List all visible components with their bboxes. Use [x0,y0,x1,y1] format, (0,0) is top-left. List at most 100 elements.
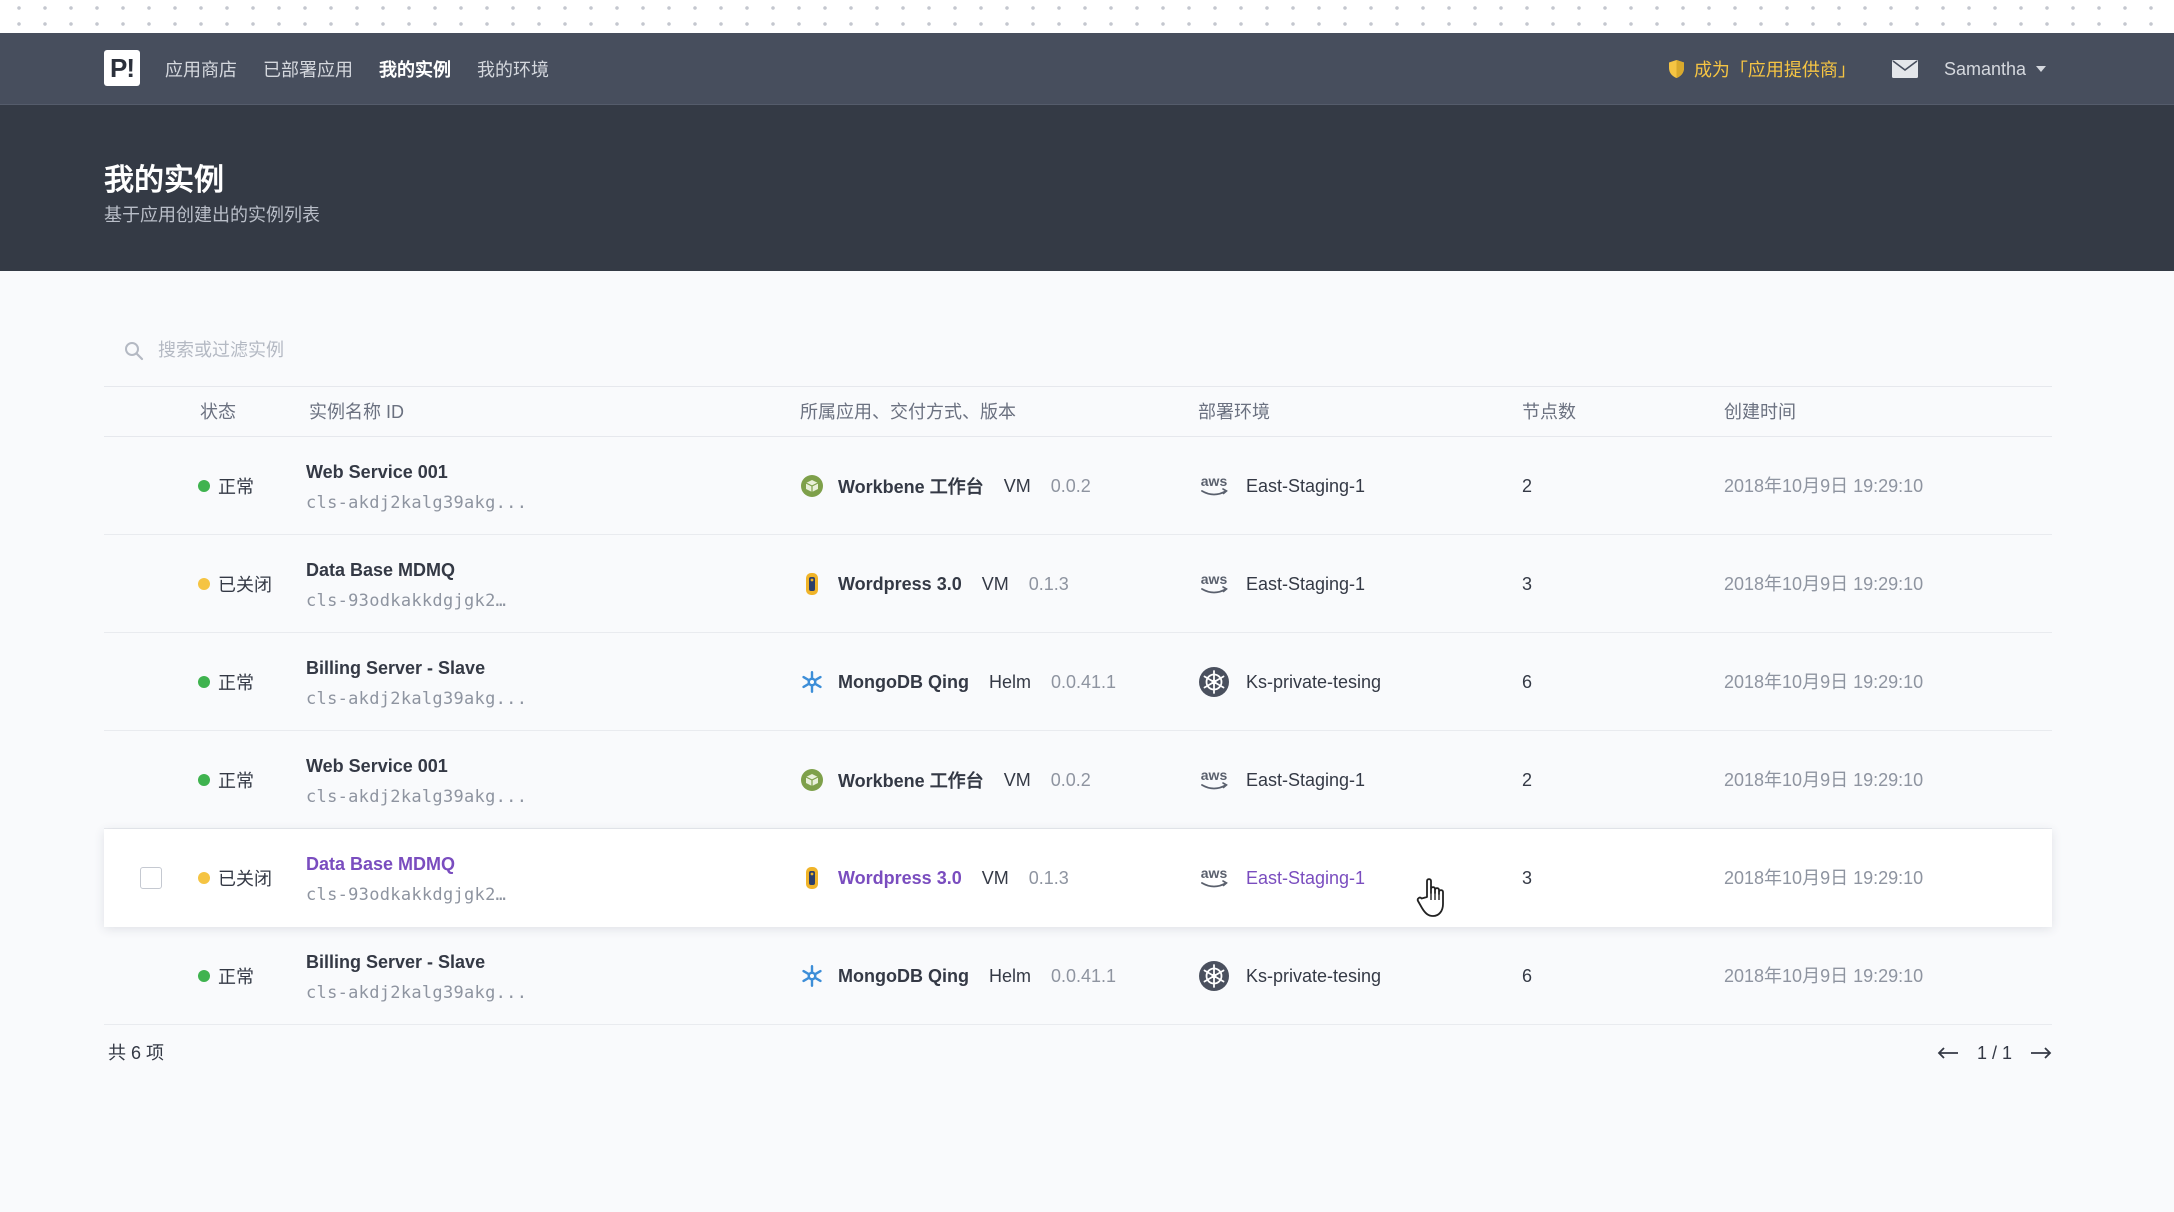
app-version: 0.0.2 [1050,475,1091,496]
page-subtitle: 基于应用创建出的实例列表 [104,205,320,225]
workbench-icon [800,474,824,498]
created-time: 2018年10月9日 19:29:10 [1724,868,1924,888]
instance-name[interactable]: Web Service 001 [306,462,527,483]
user-menu[interactable]: Samantha [1944,59,2046,80]
status-label: 正常 [218,477,254,497]
table-row[interactable]: 正常 Web Service 001 cls-akdj2kalg39akg... Wo… [104,437,2052,535]
table-header: 状态 实例名称 ID 所属应用、交付方式、版本 部署环境 节点数 创建时间 [104,387,2052,437]
app-name[interactable]: Wordpress 3.0 [838,574,962,595]
environment-name[interactable]: Ks-private-tesing [1246,966,1381,987]
delivery-method: Helm [988,965,1031,986]
status-cell: 正常 [198,731,254,829]
page-header: 我的实例 基于应用创建出的实例列表 [0,105,2174,271]
logo[interactable]: P! [104,50,140,86]
nav-my-environments[interactable]: 我的环境 [477,56,549,82]
environment-cell: Ks-private-tesing [1198,633,1381,731]
status-dot-icon [198,872,210,884]
instance-name-cell: Billing Server - Slave cls-akdj2kalg39akg… [306,658,527,709]
app-name[interactable]: Wordpress 3.0 [838,868,962,889]
workbench-icon [800,768,824,792]
status-dot-icon [198,676,210,688]
svg-text:aws: aws [1201,865,1228,881]
app-name[interactable]: Workbene 工作台 [838,767,984,793]
created-time: 2018年10月9日 19:29:10 [1724,574,1924,594]
mongodb-icon [800,964,824,988]
app-cell: Workbene 工作台 VM 0.0.2 [800,731,1091,829]
nav-right: 成为「应用提供商」 Samantha [1668,33,2046,105]
svg-text:aws: aws [1201,767,1228,783]
app-name[interactable]: MongoDB Qing [838,966,969,987]
app-name[interactable]: MongoDB Qing [838,672,969,693]
mongodb-icon [800,670,824,694]
column-created[interactable]: 创建时间 [1724,387,1796,437]
created-time: 2018年10月9日 19:29:10 [1724,672,1924,692]
app-version: 0.0.41.1 [1050,965,1117,986]
column-environment[interactable]: 部署环境 [1198,387,1270,437]
node-count: 2 [1522,770,1533,790]
aws-icon: aws [1198,862,1230,894]
instance-id: cls-akdj2kalg39akg... [306,689,528,709]
status-label: 正常 [218,771,254,791]
app-cell: Workbene 工作台 VM 0.0.2 [800,437,1091,535]
table-row[interactable]: 已关闭 Data Base MDMQ cls-93odkakkdgjgk2… Word… [104,535,2052,633]
instance-id: cls-akdj2kalg39akg... [306,493,528,513]
prev-page-arrow-icon[interactable] [1937,1046,1959,1060]
node-count: 2 [1522,476,1533,496]
table-row[interactable]: 已关闭 Data Base MDMQ cls-93odkakkdgjgk2… Word… [104,829,2052,927]
nav-my-instances[interactable]: 我的实例 [379,56,451,82]
search-input[interactable] [158,340,758,361]
status-cell: 已关闭 [198,535,272,633]
column-name-id[interactable]: 实例名称 ID [309,387,404,437]
delivery-method: VM [1003,475,1031,496]
row-checkbox[interactable] [140,867,162,889]
top-navbar: P! 应用商店 已部署应用 我的实例 我的环境 成为「应用提供商」 Samant… [0,33,2174,105]
wordpress-icon [800,572,824,596]
become-provider-link[interactable]: 成为「应用提供商」 [1668,56,1856,82]
aws-icon: aws [1198,470,1230,502]
kubernetes-icon [1198,960,1230,992]
environment-cell: aws East-Staging-1 [1198,535,1365,633]
table-row[interactable]: 正常 Web Service 001 cls-akdj2kalg39akg... Wo… [104,731,2052,829]
column-nodes[interactable]: 节点数 [1522,387,1576,437]
shield-icon [1668,60,1684,78]
instance-name[interactable]: Billing Server - Slave [306,952,527,973]
nav-app-store[interactable]: 应用商店 [165,56,237,82]
table-footer: 共 6 项 1 / 1 [104,1033,2052,1073]
instance-id: cls-akdj2kalg39akg... [306,787,528,807]
next-page-arrow-icon[interactable] [2030,1046,2052,1060]
environment-name[interactable]: Ks-private-tesing [1246,672,1381,693]
instance-id: cls-93odkakkdgjgk2… [306,885,507,905]
instance-name[interactable]: Data Base MDMQ [306,854,506,875]
instance-name-cell: Billing Server - Slave cls-akdj2kalg39akg… [306,952,527,1003]
environment-name[interactable]: East-Staging-1 [1246,770,1365,791]
instance-name[interactable]: Web Service 001 [306,756,527,777]
column-status[interactable]: 状态 [200,387,236,437]
node-count: 6 [1522,966,1533,986]
status-label: 已关闭 [218,575,272,595]
top-dotted-strip [0,0,2174,33]
nav-deployed-apps[interactable]: 已部署应用 [263,56,353,82]
node-count: 6 [1522,672,1533,692]
pagination: 1 / 1 [1937,1033,2052,1073]
environment-name[interactable]: East-Staging-1 [1246,574,1365,595]
total-count: 共 6 项 [108,1043,165,1063]
status-dot-icon [198,970,210,982]
instance-name[interactable]: Billing Server - Slave [306,658,527,679]
column-app[interactable]: 所属应用、交付方式、版本 [800,387,1016,437]
environment-name[interactable]: East-Staging-1 [1246,868,1365,889]
become-provider-label: 成为「应用提供商」 [1693,60,1856,80]
instance-name[interactable]: Data Base MDMQ [306,560,506,581]
app-name[interactable]: Workbene 工作台 [838,473,984,499]
environment-cell: Ks-private-tesing [1198,927,1381,1025]
table-row[interactable]: 正常 Billing Server - Slave cls-akdj2kalg39a… [104,927,2052,1025]
table-row[interactable]: 正常 Billing Server - Slave cls-akdj2kalg39a… [104,633,2052,731]
page-title: 我的实例 [104,164,224,197]
app-version: 0.0.41.1 [1050,671,1117,692]
instance-id: cls-akdj2kalg39akg... [306,983,528,1003]
mail-icon[interactable] [1891,60,1918,78]
chevron-down-icon [2036,66,2046,72]
app-version: 0.1.3 [1028,867,1069,888]
status-cell: 正常 [198,927,254,1025]
status-label: 已关闭 [218,869,272,889]
environment-name[interactable]: East-Staging-1 [1246,476,1365,497]
